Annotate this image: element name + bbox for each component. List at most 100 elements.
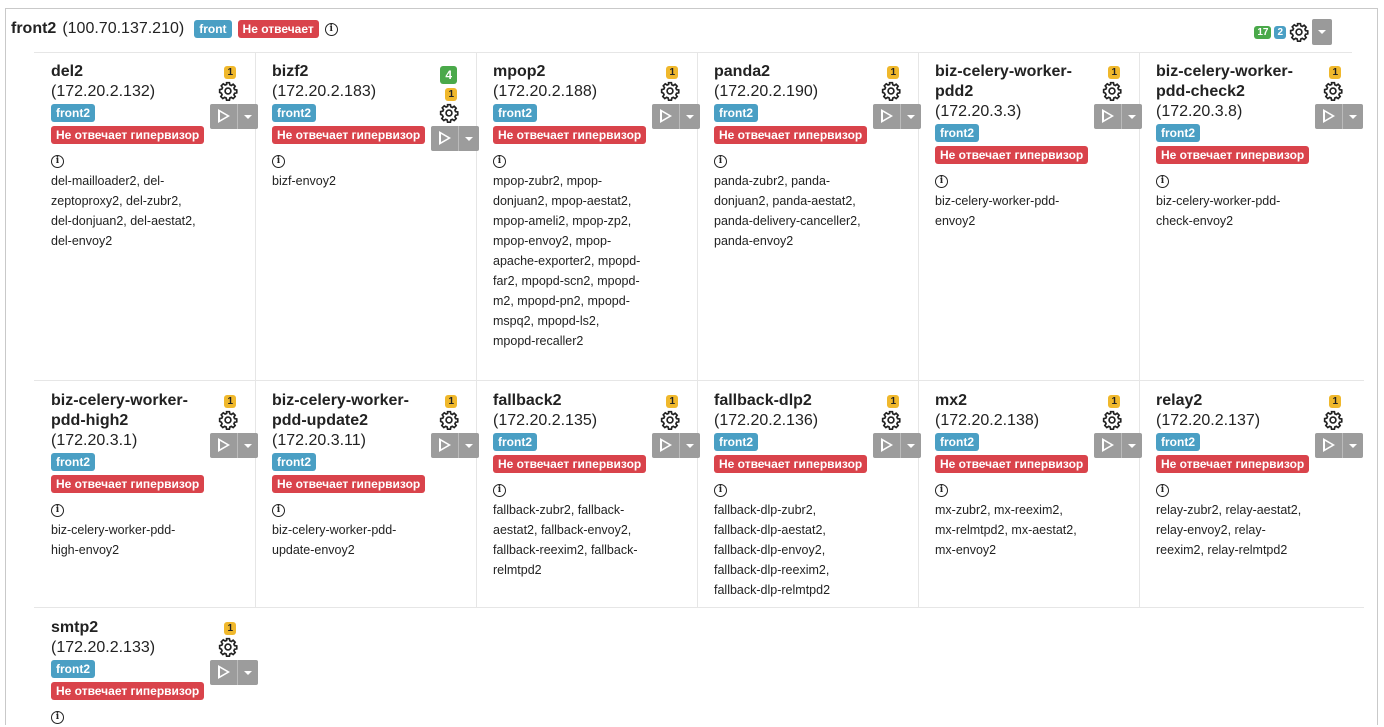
vm-actions-dropdown[interactable] xyxy=(1342,104,1363,129)
vm-services: fallback-dlp-zubr2, fallback-dlp-aestat2… xyxy=(714,503,831,597)
vm-status-label: Не отвечает гипервизор xyxy=(51,682,205,700)
gear-icon[interactable] xyxy=(218,81,238,105)
vm-count-badge: 1 xyxy=(445,395,457,408)
vm-actions-dropdown[interactable] xyxy=(1342,433,1363,458)
play-button[interactable] xyxy=(873,433,901,458)
vm-services: biz-celery-worker-pdd-high-envoy2 xyxy=(51,523,176,557)
play-button[interactable] xyxy=(431,433,459,458)
info-icon[interactable]: i xyxy=(1156,175,1169,188)
play-button[interactable] xyxy=(873,104,901,129)
vm-name[interactable]: mx2 xyxy=(935,391,1085,411)
vm-name[interactable]: fallback-dlp2 xyxy=(714,391,864,411)
info-icon[interactable]: i xyxy=(714,155,727,168)
info-icon[interactable]: i xyxy=(493,155,506,168)
info-icon[interactable]: i xyxy=(1156,484,1169,497)
vm-controls: 1 xyxy=(1088,66,1142,129)
vm-controls: 1 xyxy=(1309,395,1363,458)
info-icon[interactable]: i xyxy=(324,22,338,36)
vm-name[interactable]: smtp2 xyxy=(51,618,201,638)
info-icon[interactable]: i xyxy=(51,711,64,724)
vm-host-tag: front2 xyxy=(935,433,979,451)
info-icon[interactable]: i xyxy=(51,504,64,517)
info-icon[interactable]: i xyxy=(714,484,727,497)
info-icon[interactable]: i xyxy=(51,155,64,168)
vm-services: relay-zubr2, relay-aestat2, relay-envoy2… xyxy=(1156,503,1302,557)
vm-actions-dropdown[interactable] xyxy=(900,433,921,458)
play-button[interactable] xyxy=(1315,433,1343,458)
play-button[interactable] xyxy=(1094,104,1122,129)
play-button[interactable] xyxy=(1094,433,1122,458)
vm-status-label: Не отвечает гипервизор xyxy=(493,455,647,473)
vm-actions-dropdown[interactable] xyxy=(1121,104,1142,129)
host-header: front2 (100.70.137.210) front Не отвечае… xyxy=(11,18,338,40)
vm-actions-dropdown[interactable] xyxy=(237,104,258,129)
vm-count-badge: 1 xyxy=(887,66,899,79)
info-icon[interactable]: i xyxy=(272,155,285,168)
gear-icon[interactable] xyxy=(1102,81,1122,105)
vm-actions-dropdown[interactable] xyxy=(458,433,479,458)
vm-status-label: Не отвечает гипервизор xyxy=(935,455,1089,473)
host-name[interactable]: front2 xyxy=(11,20,56,38)
gear-icon[interactable] xyxy=(660,81,680,105)
vm-count-badge: 4 xyxy=(440,66,457,84)
vm-host-tag: front2 xyxy=(272,453,316,471)
gear-icon[interactable] xyxy=(439,103,459,127)
gear-icon[interactable] xyxy=(1289,22,1309,42)
vm-name[interactable]: del2 xyxy=(51,62,201,82)
gear-icon[interactable] xyxy=(1323,81,1343,105)
play-button[interactable] xyxy=(210,660,238,685)
vm-name[interactable]: fallback2 xyxy=(493,391,643,411)
gear-icon[interactable] xyxy=(1102,410,1122,434)
vm-actions-dropdown[interactable] xyxy=(679,104,700,129)
gear-icon[interactable] xyxy=(881,81,901,105)
play-button[interactable] xyxy=(431,126,459,151)
vm-controls: 1 xyxy=(646,395,700,458)
vm-controls: 1 xyxy=(646,66,700,129)
play-button[interactable] xyxy=(652,104,680,129)
play-button[interactable] xyxy=(652,433,680,458)
vm-name[interactable]: panda2 xyxy=(714,62,864,82)
vm-actions-dropdown[interactable] xyxy=(458,126,479,151)
vm-name[interactable]: biz-celery-worker-pdd-update2 xyxy=(272,391,422,431)
vm-actions-dropdown[interactable] xyxy=(237,433,258,458)
vm-actions-dropdown[interactable] xyxy=(679,433,700,458)
vm-actions-dropdown[interactable] xyxy=(237,660,258,685)
vm-name[interactable]: biz-celery-worker-pdd-check2 xyxy=(1156,62,1306,102)
vm-actions-dropdown[interactable] xyxy=(900,104,921,129)
gear-icon[interactable] xyxy=(1323,410,1343,434)
play-button[interactable] xyxy=(210,104,238,129)
vm-controls: 1 xyxy=(867,395,921,458)
vm-count-badge: 1 xyxy=(1108,395,1120,408)
vm-name[interactable]: biz-celery-worker-pdd-high2 xyxy=(51,391,201,431)
gear-icon[interactable] xyxy=(218,637,238,661)
vm-count-badge: 1 xyxy=(224,622,236,635)
vm-services: panda-zubr2, panda-donjuan2, panda-aesta… xyxy=(714,174,861,248)
host-actions-dropdown[interactable] xyxy=(1312,19,1332,45)
vm-name[interactable]: bizf2 xyxy=(272,62,422,82)
info-icon[interactable]: i xyxy=(272,504,285,517)
vm-host-tag: front2 xyxy=(935,124,979,142)
vm-count-badge: 1 xyxy=(224,395,236,408)
gear-icon[interactable] xyxy=(881,410,901,434)
vm-name[interactable]: biz-celery-worker-pdd2 xyxy=(935,62,1085,102)
gear-icon[interactable] xyxy=(439,410,459,434)
gear-icon[interactable] xyxy=(218,410,238,434)
info-icon[interactable]: i xyxy=(493,484,506,497)
vm-name[interactable]: mpop2 xyxy=(493,62,643,82)
play-button[interactable] xyxy=(1315,104,1343,129)
vm-actions-dropdown[interactable] xyxy=(1121,433,1142,458)
vm-count-badge: 1 xyxy=(1329,395,1341,408)
gear-icon[interactable] xyxy=(660,410,680,434)
host-status-label: Не отвечает xyxy=(237,20,319,38)
play-button[interactable] xyxy=(210,433,238,458)
divider xyxy=(34,380,1364,381)
vm-host-tag: front2 xyxy=(1156,124,1200,142)
vm-controls: 1 xyxy=(204,395,258,458)
info-icon[interactable]: i xyxy=(935,175,948,188)
info-icon[interactable]: i xyxy=(935,484,948,497)
vm-count-badge: 1 xyxy=(666,66,678,79)
count-blue-badge: 2 xyxy=(1274,25,1286,39)
host-ip: (100.70.137.210) xyxy=(62,20,185,37)
vm-name[interactable]: relay2 xyxy=(1156,391,1306,411)
vm-services: biz-celery-worker-pdd-envoy2 xyxy=(935,194,1060,228)
